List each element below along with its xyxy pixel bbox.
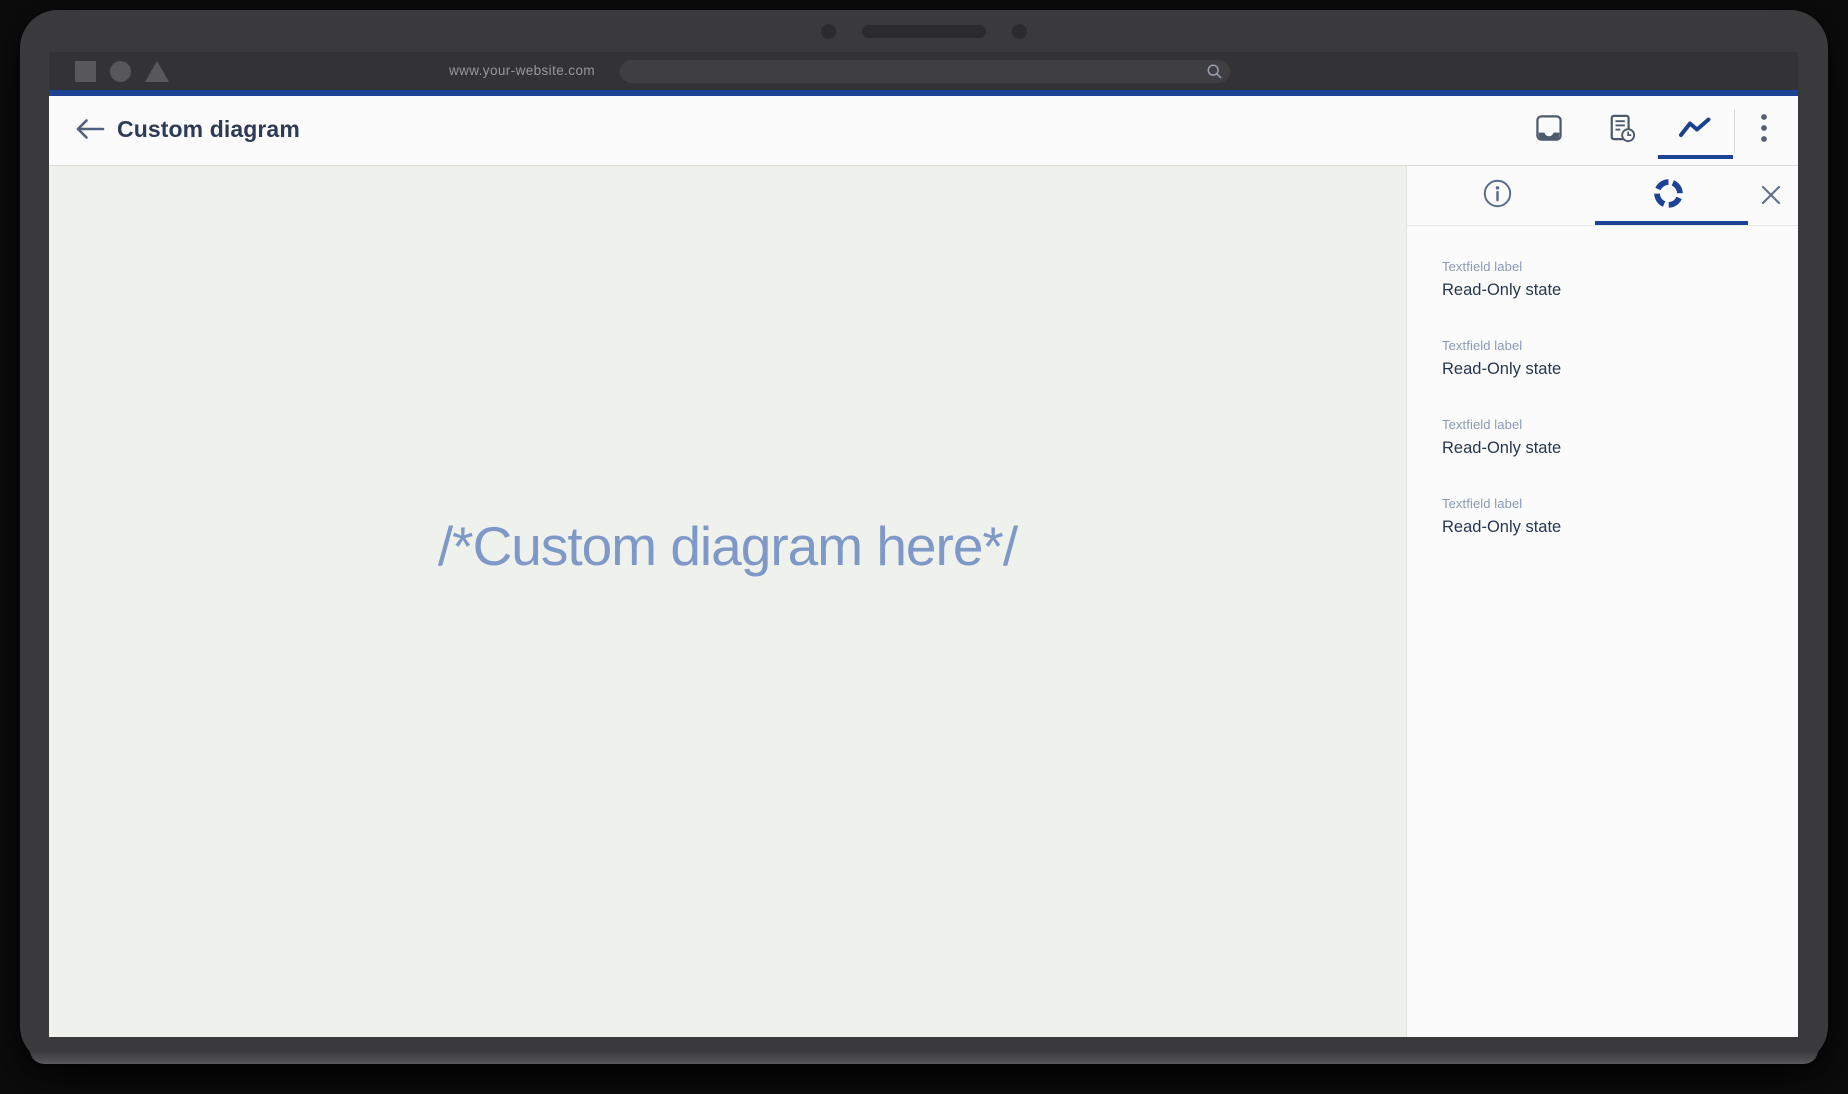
textfield-label: Textfield label (1442, 259, 1768, 274)
properties-sidebar: Textfield label Read-Only state Textfiel… (1406, 166, 1798, 1037)
close-icon (1759, 183, 1783, 212)
kebab-menu-button[interactable] (1738, 96, 1790, 165)
header-divider (1734, 109, 1735, 153)
textfield-label: Textfield label (1442, 338, 1768, 353)
screen: www.your-website.com Cust (49, 52, 1798, 1037)
diagram-canvas[interactable]: /*Custom diagram here*/ (49, 166, 1406, 1037)
textfield-label: Textfield label (1442, 496, 1768, 511)
page-title: Custom diagram (117, 116, 300, 143)
sidebar-tab-info[interactable] (1407, 166, 1588, 225)
textfield-value: Read-Only state (1442, 281, 1768, 300)
tray-panel-icon (1534, 113, 1564, 148)
active-tab-underline (1595, 221, 1748, 225)
browser-bar: www.your-website.com (49, 52, 1798, 90)
camera-dot-left (821, 24, 836, 39)
textfield-value: Read-Only state (1442, 439, 1768, 458)
textfield-value: Read-Only state (1442, 360, 1768, 379)
square-window-control-icon[interactable] (75, 61, 96, 82)
sidebar-close-button[interactable] (1756, 182, 1786, 212)
textfield-group: Textfield label Read-Only state (1442, 417, 1768, 458)
device-top-bezel (20, 10, 1828, 52)
diagram-placeholder-text: /*Custom diagram here*/ (49, 514, 1406, 578)
search-input[interactable] (620, 60, 1230, 83)
donut-chart-icon (1652, 177, 1685, 215)
sidebar-tabs (1407, 166, 1798, 226)
trend-chart-icon (1677, 114, 1713, 147)
header-actions (1512, 96, 1790, 165)
report-history-button[interactable] (1585, 96, 1658, 165)
textfield-value: Read-Only state (1442, 518, 1768, 537)
back-arrow-icon (73, 116, 107, 147)
triangle-window-control-icon[interactable] (145, 61, 169, 82)
window-controls (75, 60, 169, 82)
readonly-fields: Textfield label Read-Only state Textfiel… (1407, 226, 1798, 575)
kebab-menu-icon (1760, 113, 1768, 148)
content-area: /*Custom diagram here*/ (49, 166, 1798, 1037)
textfield-group: Textfield label Read-Only state (1442, 338, 1768, 379)
device-frame: www.your-website.com Cust (20, 10, 1828, 1064)
textfield-group: Textfield label Read-Only state (1442, 496, 1768, 537)
report-history-icon (1606, 113, 1637, 149)
info-icon (1482, 178, 1513, 214)
speaker-grille (862, 25, 986, 38)
textfield-group: Textfield label Read-Only state (1442, 259, 1768, 300)
sidebar-tab-donut-chart[interactable] (1588, 166, 1748, 225)
textfield-label: Textfield label (1442, 417, 1768, 432)
camera-dot-right (1012, 24, 1027, 39)
trend-chart-button[interactable] (1658, 96, 1731, 165)
back-button[interactable] (71, 117, 109, 145)
circle-window-control-icon[interactable] (110, 61, 131, 82)
search-icon (1206, 63, 1223, 85)
address-url: www.your-website.com (389, 63, 595, 78)
app-header: Custom diagram (49, 96, 1798, 166)
tray-panel-button[interactable] (1512, 96, 1585, 165)
